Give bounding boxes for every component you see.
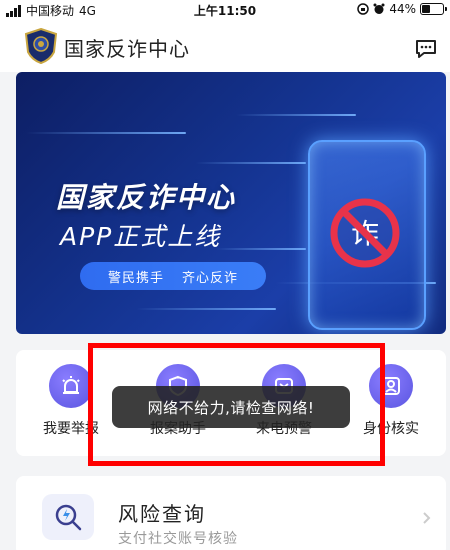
alarm-light-icon <box>49 364 93 408</box>
slogan-text: 警民携手 <box>107 270 164 286</box>
risk-query-card[interactable]: 风险查询 支付社交账号核验 <box>16 476 446 550</box>
status-right: 44% <box>357 2 447 16</box>
risk-search-icon <box>42 494 94 540</box>
police-badge-logo <box>24 28 58 64</box>
promo-banner[interactable]: 国家反诈中心 APP正式上线 警民携手 齐心反诈 诈 <box>16 72 446 334</box>
slogan-pill: 警民携手 齐心反诈 <box>80 262 266 290</box>
banner-subtitle: APP正式上线 <box>60 222 222 251</box>
message-icon[interactable] <box>414 37 438 61</box>
status-bar: 中国移动 4G 上午11:50 44% <box>0 0 450 20</box>
battery-percent: 44% <box>389 2 416 16</box>
risk-query-subtitle: 支付社交账号核验 <box>118 531 238 547</box>
battery-icon <box>420 3 447 15</box>
slogan-text: 齐心反诈 <box>182 270 239 286</box>
chevron-right-icon <box>423 512 431 524</box>
no-fraud-icon: 诈 <box>330 198 400 268</box>
lock-rotation-icon <box>357 3 370 15</box>
annotation-highlight-box <box>88 343 385 466</box>
app-header: 国家反诈中心 <box>0 20 450 72</box>
banner-title: 国家反诈中心 <box>56 181 237 214</box>
app-title: 国家反诈中心 <box>64 37 190 61</box>
risk-query-title: 风险查询 <box>118 502 206 526</box>
alarm-icon <box>373 3 385 14</box>
